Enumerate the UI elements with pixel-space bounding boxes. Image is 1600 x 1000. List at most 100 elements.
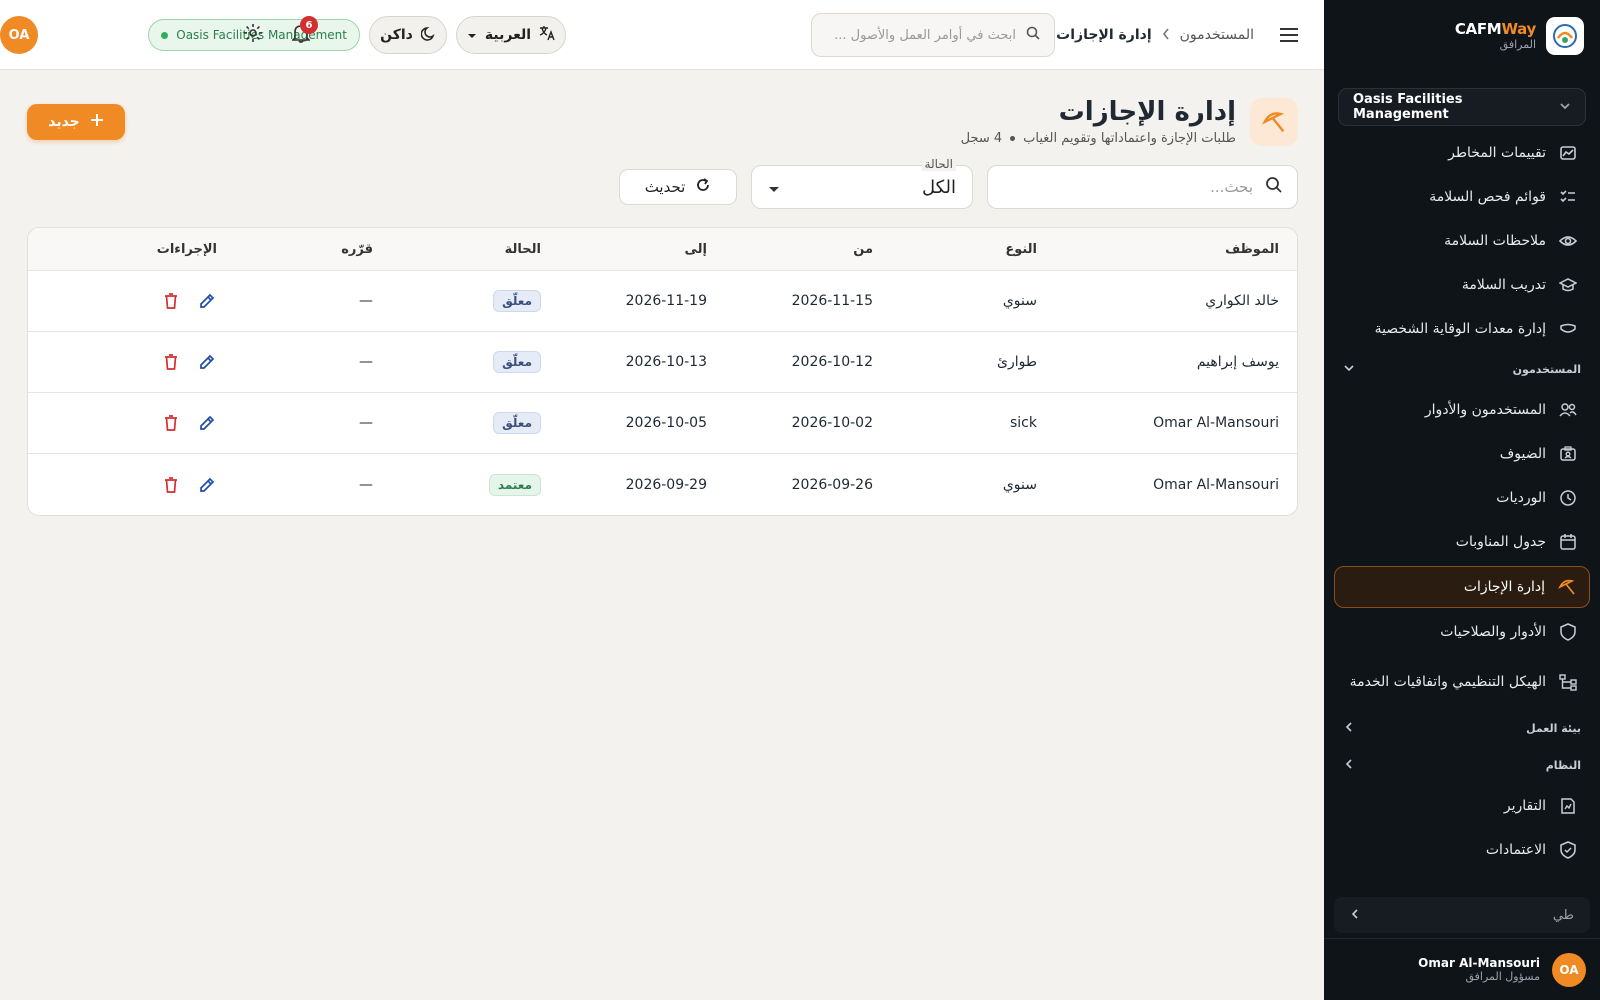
- column-header-employee[interactable]: الموظف: [1225, 228, 1279, 270]
- checklist-icon: [1558, 187, 1578, 207]
- sidebar-item-label: قوائم فحص السلامة: [1429, 189, 1546, 205]
- verified-shield-icon: [1558, 840, 1578, 860]
- column-header-from[interactable]: من: [853, 228, 873, 270]
- sidebar-section-label: بيئة العمل: [1526, 722, 1581, 735]
- table-row[interactable]: خالد الكواري سنوي 2026-11-15 2026-11-19 …: [28, 271, 1297, 332]
- cell-from: 2026-11-15: [791, 293, 873, 309]
- delete-button[interactable]: [161, 413, 181, 433]
- sidebar-item-duty-roster[interactable]: جدول المناوبات: [1324, 520, 1600, 564]
- cell-to: 2026-09-29: [625, 476, 707, 493]
- table-row[interactable]: Omar Al-Mansouri sick 2026-10-02 2026-10…: [28, 393, 1297, 454]
- language-label: العربية: [484, 27, 532, 43]
- sidebar-user[interactable]: OA Omar Al-Mansouri مسؤول المرافق: [1324, 938, 1600, 1000]
- edit-button[interactable]: [197, 475, 217, 495]
- delete-button[interactable]: [161, 475, 181, 495]
- delete-button[interactable]: [161, 291, 181, 311]
- shield-icon: [1558, 622, 1578, 642]
- sidebar-item-shifts[interactable]: الورديات: [1324, 476, 1600, 520]
- sidebar-item-roles-permissions[interactable]: الأدوار والصلاحيات: [1324, 610, 1600, 654]
- sidebar-section-label: المستخدمون: [1512, 363, 1581, 376]
- column-header-to[interactable]: إلى: [685, 228, 708, 270]
- caret-down-icon: [467, 27, 477, 43]
- trash-icon: [165, 415, 177, 431]
- sidebar-item-ppe-management[interactable]: إدارة معدات الوقاية الشخصية: [1324, 307, 1600, 351]
- sidebar-section-label: النظام: [1545, 759, 1581, 772]
- clock-icon: [1558, 488, 1578, 508]
- breadcrumb-parent[interactable]: المستخدمون: [1180, 27, 1254, 43]
- sidebar-item-approvals[interactable]: الاعتمادات: [1324, 828, 1600, 872]
- table-search-placeholder: بحث...: [1210, 178, 1253, 196]
- sidebar-item-guests[interactable]: الضيوف: [1324, 432, 1600, 476]
- sidebar-item-label: الهيكل التنظيمي واتفاقيات الخدمة: [1349, 673, 1546, 690]
- theme-label: داكن: [380, 27, 413, 43]
- delete-button[interactable]: [161, 352, 181, 372]
- column-header-decided-by[interactable]: قرّره: [341, 228, 373, 270]
- column-header-actions: الإجراءات: [156, 241, 217, 257]
- status-filter-value: الكل: [921, 176, 956, 198]
- cell-to: 2026-10-13: [625, 354, 707, 370]
- cell-decided-by: —: [359, 476, 373, 493]
- status-badge: معلّق: [493, 290, 541, 312]
- brand[interactable]: CAFMWay المرافق: [1324, 0, 1600, 72]
- column-header-status[interactable]: الحالة: [505, 228, 541, 270]
- moon-icon: [420, 26, 436, 45]
- global-search-input[interactable]: ابحث في أوامر العمل والأصول ...: [811, 13, 1055, 57]
- chevron-left-icon: [1344, 759, 1354, 772]
- org-selector-label: Oasis Facilities Management: [1353, 92, 1463, 122]
- status-badge: معتمد: [488, 473, 541, 496]
- status-badge: معلّق: [493, 351, 541, 373]
- sidebar-section-system[interactable]: النظام: [1324, 747, 1600, 784]
- sidebar-item-safety-observations[interactable]: ملاحظات السلامة: [1324, 219, 1600, 263]
- cell-to: 2026-11-19: [625, 293, 707, 309]
- topbar: المستخدمون إدارة الإجازات ابحث في أوامر …: [0, 0, 1324, 70]
- sidebar-item-org-structure[interactable]: الهيكل التنظيمي واتفاقيات الخدمة: [1324, 654, 1600, 710]
- notifications-button[interactable]: 6: [284, 16, 318, 52]
- theme-toggle[interactable]: داكن: [369, 16, 447, 54]
- cell-employee: Omar Al-Mansouri: [1153, 476, 1279, 493]
- cell-type: طوارئ: [997, 354, 1037, 370]
- sidebar-item-label: إدارة معدات الوقاية الشخصية: [1374, 321, 1546, 337]
- settings-button[interactable]: [236, 18, 270, 52]
- cell-type: sick: [1010, 415, 1037, 431]
- table-row[interactable]: Omar Al-Mansouri سنوي 2026-09-26 2026-09…: [28, 454, 1297, 515]
- status-badge: معلّق: [493, 412, 541, 434]
- table-search-input[interactable]: بحث...: [987, 165, 1298, 209]
- cell-employee: Omar Al-Mansouri: [1153, 415, 1279, 431]
- sidebar-collapse-button[interactable]: طي: [1334, 897, 1590, 933]
- page-title: إدارة الإجازات: [1058, 97, 1236, 128]
- sidebar-section-work-environment[interactable]: بيئة العمل: [1324, 710, 1600, 747]
- status-filter-label: الحالة: [921, 157, 956, 171]
- brand-name: CAFMWay: [1454, 19, 1536, 38]
- sidebar-item-label: الضيوف: [1499, 446, 1546, 462]
- edit-button[interactable]: [197, 291, 217, 311]
- report-icon: [1558, 796, 1578, 816]
- mask-icon: [1558, 319, 1578, 339]
- refresh-label: تحديث: [644, 178, 686, 196]
- sidebar-item-reports[interactable]: التقارير: [1324, 784, 1600, 828]
- menu-icon[interactable]: [1276, 22, 1302, 48]
- chevron-down-icon: [1344, 363, 1354, 376]
- chevron-left-icon: [1350, 908, 1360, 923]
- cell-employee: يوسف إبراهيم: [1196, 354, 1279, 370]
- new-leave-button[interactable]: جديد: [27, 104, 125, 140]
- status-filter-select[interactable]: الحالة الكل: [751, 157, 973, 209]
- edit-button[interactable]: [197, 413, 217, 433]
- sidebar-item-safety-checklists[interactable]: قوائم فحص السلامة: [1324, 175, 1600, 219]
- avatar[interactable]: OA: [0, 16, 38, 54]
- sidebar-item-risk-assessments[interactable]: تقييمات المخاطر: [1324, 131, 1600, 175]
- language-selector[interactable]: العربية: [456, 16, 566, 54]
- edit-button[interactable]: [197, 352, 217, 372]
- new-button-label: جديد: [48, 114, 80, 130]
- sidebar-item-label: إدارة الإجازات: [1463, 579, 1545, 595]
- pencil-icon: [200, 293, 215, 308]
- sidebar-section-users[interactable]: المستخدمون: [1324, 351, 1600, 388]
- caret-down-icon: [768, 177, 780, 198]
- sidebar-item-users-roles[interactable]: المستخدمون والأدوار: [1324, 388, 1600, 432]
- sidebar-item-leave-management[interactable]: إدارة الإجازات: [1334, 566, 1590, 608]
- org-selector[interactable]: Oasis Facilities Management: [1338, 88, 1586, 126]
- table-row[interactable]: يوسف إبراهيم طوارئ 2026-10-12 2026-10-13…: [28, 332, 1297, 393]
- sidebar-item-label: التقارير: [1503, 798, 1546, 814]
- column-header-type[interactable]: النوع: [1005, 228, 1037, 270]
- sidebar-item-safety-training[interactable]: تدريب السلامة: [1324, 263, 1600, 307]
- refresh-button[interactable]: تحديث: [619, 169, 737, 205]
